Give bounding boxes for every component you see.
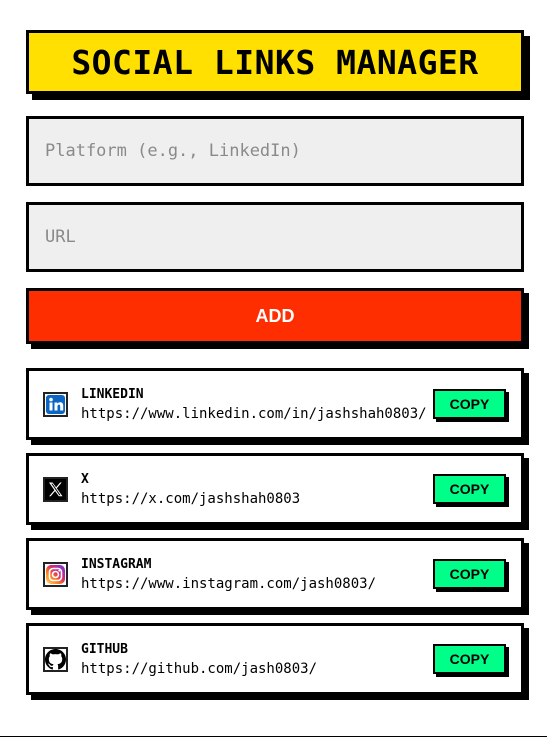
- copy-button-github[interactable]: COPY: [433, 644, 506, 674]
- header-banner: SOCIAL LINKS MANAGER: [26, 30, 524, 94]
- link-card-github: GITHUB https://github.com/jash0803/ COPY: [26, 623, 524, 695]
- link-card-x: X https://x.com/jashshah0803 COPY: [26, 453, 524, 525]
- linkedin-icon: [43, 391, 68, 417]
- copy-button-instagram[interactable]: COPY: [433, 559, 506, 589]
- platform-input[interactable]: [43, 140, 521, 162]
- copy-button-x[interactable]: COPY: [433, 474, 506, 504]
- links-list: LINKEDIN https://www.linkedin.com/in/jas…: [26, 368, 524, 695]
- copy-button-label: COPY: [449, 566, 490, 582]
- link-info: LINKEDIN https://www.linkedin.com/in/jas…: [81, 387, 427, 422]
- platform-url: https://www.linkedin.com/in/jashshah0803…: [81, 405, 427, 422]
- copy-button-label: COPY: [449, 481, 490, 497]
- platform-name: GITHUB: [81, 641, 128, 657]
- add-button-label: ADD: [255, 305, 295, 326]
- link-info: GITHUB https://github.com/jash0803/: [81, 642, 317, 677]
- instagram-icon: [43, 561, 68, 587]
- copy-button-label: COPY: [449, 651, 490, 667]
- url-input[interactable]: [43, 226, 521, 248]
- platform-url: https://github.com/jash0803/: [81, 660, 318, 677]
- link-info: X https://x.com/jashshah0803: [81, 472, 300, 507]
- url-field[interactable]: [26, 202, 524, 272]
- link-info: INSTAGRAM https://www.instagram.com/jash…: [81, 557, 376, 592]
- add-button[interactable]: ADD: [26, 288, 524, 344]
- page-title: SOCIAL LINKS MANAGER: [71, 42, 479, 82]
- platform-field[interactable]: [26, 116, 524, 186]
- copy-button-label: COPY: [449, 396, 490, 412]
- app-container: SOCIAL LINKS MANAGER ADD LINKEDIN https:…: [26, 30, 524, 708]
- platform-name: X: [81, 471, 89, 487]
- platform-url: https://www.instagram.com/jash0803/: [81, 575, 377, 592]
- x-icon: [43, 476, 68, 502]
- platform-name: INSTAGRAM: [81, 556, 152, 572]
- link-card-linkedin: LINKEDIN https://www.linkedin.com/in/jas…: [26, 368, 524, 440]
- platform-url: https://x.com/jashshah0803: [81, 490, 301, 507]
- github-icon: [43, 646, 68, 672]
- platform-name: LINKEDIN: [81, 386, 144, 402]
- copy-button-linkedin[interactable]: COPY: [433, 389, 506, 419]
- link-card-instagram: INSTAGRAM https://www.instagram.com/jash…: [26, 538, 524, 610]
